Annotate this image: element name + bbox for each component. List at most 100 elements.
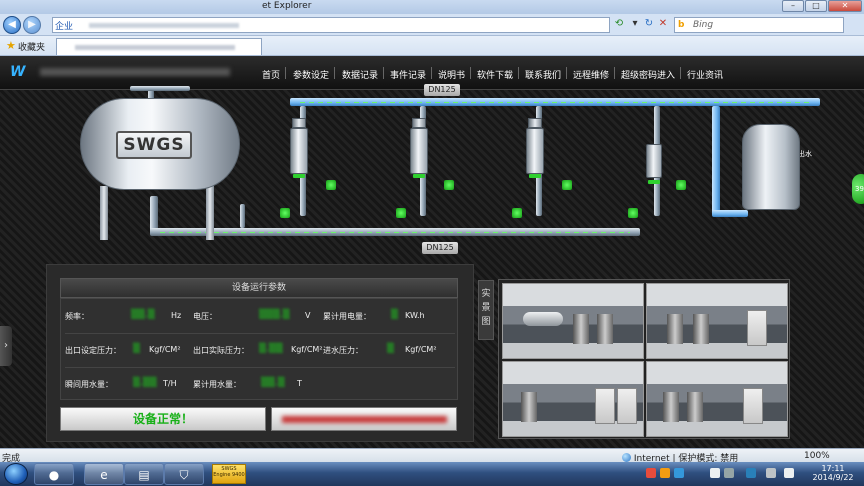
stop-icon[interactable]: ✕ [656,17,670,31]
dn-bottom-label: DN125 [422,242,458,254]
flow-label: 瞬间用水量： [65,380,113,389]
outlet-riser-pipe [712,106,720,216]
nav-item-super-password[interactable]: 超级密码进入 [621,68,675,81]
pump2-valve-indicator [396,208,406,218]
scrolling-banner[interactable] [271,407,457,431]
outlet-set-value-redacted: ▒ [133,344,140,354]
favorites-bar: ★ 收藏夹 [0,36,864,56]
pump1-status-ring [293,174,305,178]
nav-separator [566,67,567,79]
tray-icon-5[interactable] [724,468,734,478]
energy-label: 累计用电量： [323,312,371,321]
nav-item-download[interactable]: 软件下载 [477,68,513,81]
favorites-star-icon[interactable]: ★ [6,39,16,52]
back-button[interactable]: ◀ [3,16,21,34]
tray-icon-1[interactable] [646,468,656,478]
compat-view-icon[interactable]: ⟲ [612,17,626,31]
pump2-motor-cap [412,118,426,128]
voltage-value-redacted: ▒▒▒.▒ [259,310,290,320]
pump3-body [526,128,544,174]
row-divider [65,367,455,368]
photo-pump [521,392,537,422]
inlet-unit: Kgf/CM² [405,345,437,354]
nav-item-home[interactable]: 首页 [262,68,280,81]
photo-pump [573,314,589,344]
start-button[interactable] [4,463,28,485]
site-photo-1[interactable] [502,283,644,359]
bing-icon: b [678,20,685,30]
nav-separator [334,67,335,79]
close-window-button[interactable]: ✕ [828,0,862,12]
nav-item-data-log[interactable]: 数据记录 [342,68,378,81]
zoom-level[interactable]: 100% [804,451,830,461]
photo-cabinet [747,310,767,346]
pump1-motor-cap [292,118,306,128]
total-water-unit: T [297,379,302,388]
nav-item-manual[interactable]: 说明书 [438,68,465,81]
inlet-value-redacted: ▒ [387,344,394,354]
network-icon[interactable] [766,468,776,478]
taskbar-clock[interactable]: 17:11 2014/9/22 [808,464,858,482]
minimize-button[interactable]: – [782,0,804,12]
site-logo[interactable]: W [10,64,25,80]
nav-item-remote[interactable]: 远程维修 [573,68,609,81]
nav-separator [680,67,681,79]
volume-icon[interactable] [784,468,794,478]
site-photo-2[interactable] [646,283,788,359]
row-divider [65,333,455,334]
photo-pump [597,314,613,344]
tank-leg-left [100,186,108,240]
bluetooth-icon[interactable] [746,468,756,478]
inlet-valve-stem [240,204,245,228]
site-photo-3[interactable] [502,361,644,437]
search-box[interactable]: b Bing [674,17,844,33]
clock-date: 2014/9/22 [812,473,854,482]
nav-separator [285,67,286,79]
tray-icon-3[interactable] [674,468,684,478]
tank-leg-right [206,186,214,240]
pump2-body [410,128,428,174]
maximize-button[interactable]: □ [805,0,827,12]
flow-indicator [300,102,810,103]
dropdown-arrow-icon[interactable]: ▾ [628,17,642,31]
pump4-valve-indicator [628,208,638,218]
address-url-redacted [89,23,239,28]
side-badge[interactable]: 39 [852,174,864,204]
nav-item-event-log[interactable]: 事件记录 [390,68,426,81]
nav-item-params[interactable]: 参数设定 [293,68,329,81]
scene-photo-grid [498,279,790,439]
taskbar-app-swgs[interactable]: SWGS Engine 9400 [212,464,246,484]
forward-button[interactable]: ▶ [23,16,41,34]
photo-pump [663,392,679,422]
nav-separator [431,67,432,79]
taskbar-shield[interactable]: ⛉ [164,463,204,485]
internet-globe-icon [622,453,631,462]
taskbar-explorer[interactable]: ▤ [124,463,164,485]
favorites-label[interactable]: 收藏夹 [18,40,45,53]
nav-item-industry-news[interactable]: 行业资讯 [687,68,723,81]
scene-photo-label[interactable]: 实景图 [478,280,494,340]
company-name-redacted [40,68,230,76]
browser-statusbar: 完成 Internet | 保护模式: 禁用 100% [0,448,864,464]
flow-value-redacted: ▒.▒▒ [133,378,157,388]
nav-separator [614,67,615,79]
nav-item-contact[interactable]: 联系我们 [525,68,561,81]
banner-text-redacted [282,416,447,423]
tray-icon-4[interactable] [710,468,720,478]
energy-value-redacted: ▒ [391,310,398,320]
outlet-actual-unit: Kgf/CM² [291,345,323,354]
taskbar-ie[interactable]: e [84,463,124,485]
inlet-label: 进水压力： [323,346,363,355]
address-input[interactable]: 企业 [52,17,610,33]
site-photo-4[interactable] [646,361,788,437]
clock-time: 17:11 [821,464,845,473]
refresh-icon[interactable]: ↻ [642,17,656,31]
side-expand-tab[interactable]: › [0,326,12,366]
browser-tab[interactable] [56,38,262,55]
energy-unit: KW.h [405,311,425,320]
outlet-set-label: 出口设定压力： [65,346,121,355]
address-toolbar: ◀ ▶ 企业 ⟲ ▾ ↻ ✕ b Bing [0,14,864,36]
tray-icon-2[interactable] [660,468,670,478]
taskbar-media-player[interactable]: ● [34,463,74,485]
device-status-button[interactable]: 设备正常！ [60,407,266,431]
